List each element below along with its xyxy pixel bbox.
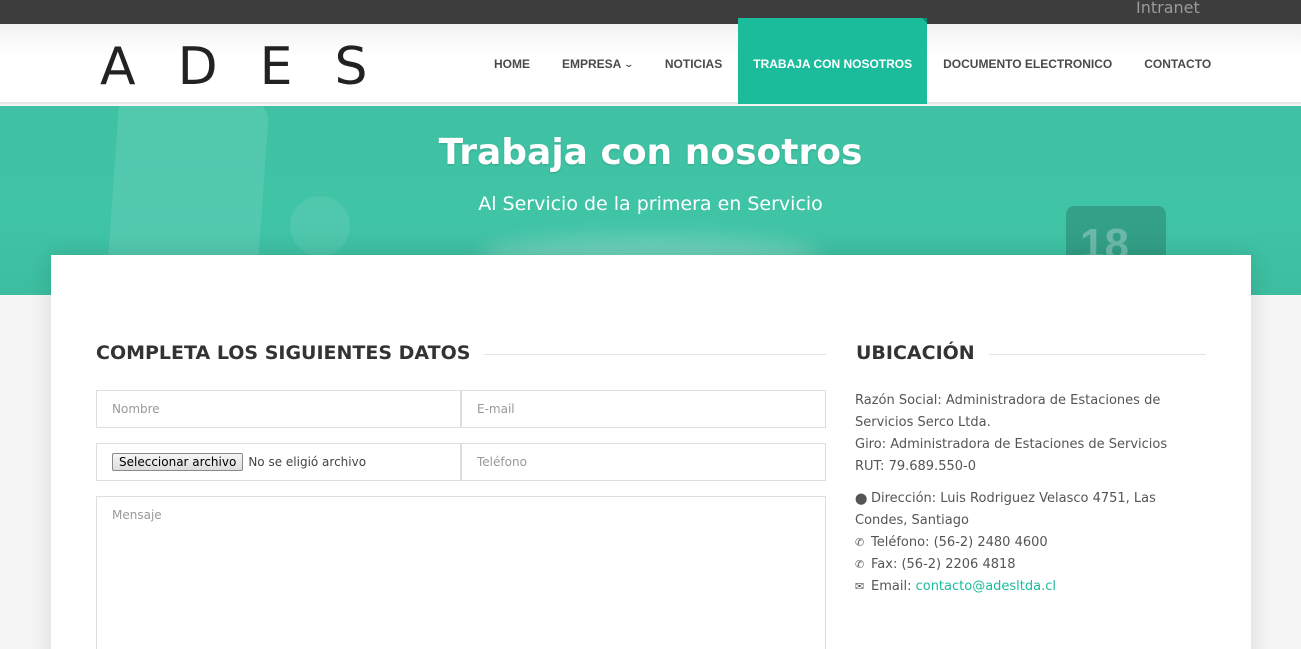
envelope-icon: ✉ (855, 580, 865, 593)
email-label: Email: (871, 579, 912, 594)
message-textarea[interactable]: Mensaje (96, 496, 826, 649)
address-text: ⬤ Dirección: Luis Rodriguez Velasco 4751,… (855, 488, 1205, 532)
phone-icon: ✆ (855, 558, 865, 571)
main-nav: HOME EMPRESA ⌄ NOTICIAS TRABAJA CON NOSOT… (478, 18, 1227, 104)
logo-letter: E (259, 37, 335, 97)
company-info: Razón Social: Administradora de Estacion… (855, 390, 1205, 478)
phone-value: Teléfono: (56-2) 2480 4600 (871, 535, 1048, 550)
intranet-link[interactable]: Intranet (1136, 0, 1200, 17)
nav-item-documento-electronico[interactable]: DOCUMENTO ELECTRONICO (927, 24, 1128, 104)
select-file-button[interactable]: Seleccionar archivo (112, 453, 244, 471)
page-subtitle: Al Servicio de la primera en Servicio (478, 193, 823, 215)
navbar: ADES HOME EMPRESA ⌄ NOTICIAS TRABAJA CON … (0, 18, 1301, 104)
chevron-down-icon: ⌄ (623, 58, 635, 69)
nav-label: HOME (494, 57, 530, 71)
giro: Giro: Administradora de Estaciones de Se… (855, 437, 1168, 452)
razon-social: Razón Social: Administradora de Estacion… (855, 393, 1161, 430)
top-bar: Intranet (0, 0, 1301, 24)
fax-value: Fax: (56-2) 2206 4818 (871, 557, 1016, 572)
address-row: ⬤ Dirección: Luis Rodriguez Velasco 4751,… (855, 488, 1205, 532)
location-section-title: UBICACIÓN (856, 342, 989, 364)
file-upload-field: Seleccionar archivo No se eligió archivo (96, 443, 461, 481)
rut: RUT: 79.689.550-0 (855, 459, 976, 474)
fax-row: ✆ Fax: (56-2) 2206 4818 (855, 554, 1205, 576)
logo-letter: S (334, 37, 410, 97)
nav-item-empresa[interactable]: EMPRESA ⌄ (546, 24, 649, 104)
nav-label: NOTICIAS (664, 57, 723, 71)
form-section-title: COMPLETA LOS SIGUIENTES DATOS (96, 342, 485, 364)
name-input[interactable]: Nombre (96, 390, 461, 428)
file-status: No se eligió archivo (248, 455, 367, 469)
phone-input[interactable]: Teléfono (461, 443, 826, 481)
phone-icon: ✆ (855, 536, 865, 549)
logo-letter: D (177, 37, 260, 97)
map-marker-icon: ⬤ (855, 492, 868, 505)
logo[interactable]: ADES (100, 37, 410, 97)
nav-label: TRABAJA CON NOSOTROS (753, 57, 913, 71)
email-row: ✉ Email: contacto@adesltda.cl (855, 576, 1205, 598)
nav-label: CONTACTO (1144, 57, 1212, 71)
nav-item-trabaja-con-nosotros[interactable]: TRABAJA CON NOSOTROS (738, 18, 928, 104)
phone-row: ✆ Teléfono: (56-2) 2480 4600 (855, 532, 1205, 554)
nav-item-contacto[interactable]: CONTACTO (1128, 24, 1227, 104)
logo-letter: A (100, 37, 178, 97)
page-title: Trabaja con nosotros (438, 132, 863, 173)
nav-item-home[interactable]: HOME (478, 24, 546, 104)
nav-label: DOCUMENTO ELECTRONICO (943, 57, 1113, 71)
nav-item-noticias[interactable]: NOTICIAS (649, 24, 738, 104)
address-value: Dirección: Luis Rodriguez Velasco 4751, … (855, 491, 1156, 528)
nav-label: EMPRESA (562, 57, 622, 71)
contact-info: ⬤ Dirección: Luis Rodriguez Velasco 4751,… (855, 488, 1205, 598)
email-link[interactable]: contacto@adesltda.cl (916, 576, 1056, 598)
email-input[interactable]: E-mail (461, 390, 826, 428)
